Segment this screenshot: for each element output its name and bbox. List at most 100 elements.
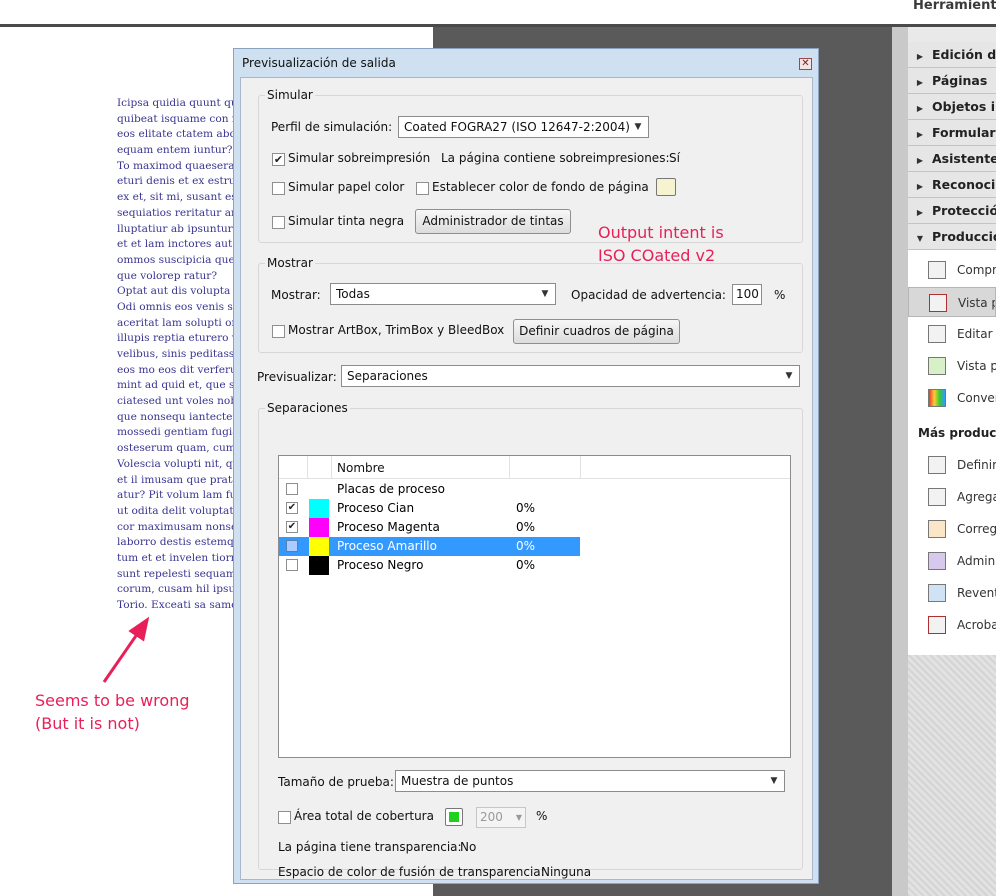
simulate-overprint-checkbox[interactable]: ✔ bbox=[272, 153, 285, 166]
set-page-background-checkbox[interactable] bbox=[416, 182, 429, 195]
document-text-line: que nonsequ iantecten bbox=[117, 410, 237, 423]
document-text-line: Torio. Exceati sa samet bbox=[117, 599, 237, 611]
document-text-line: atur? Pit volum lam fu bbox=[117, 489, 237, 502]
define-icon bbox=[928, 456, 946, 474]
show-label: Mostrar: bbox=[271, 288, 321, 302]
document-text-line: et et lam inctores aut a bbox=[117, 238, 237, 251]
tools-panel-scroll-strip bbox=[892, 27, 908, 896]
section-proteccion[interactable]: ▶ Protección bbox=[908, 198, 996, 224]
transparency-label: La página tiene transparencia: bbox=[278, 840, 462, 854]
separation-value: 0% bbox=[516, 539, 536, 553]
section-reconocimiento[interactable]: ▶ Reconocim bbox=[908, 172, 996, 198]
separation-name: Proceso Magenta bbox=[337, 520, 440, 534]
tool-item-administrar[interactable]: Admini bbox=[908, 546, 996, 576]
document-text-line: corum, cusam hil ipsu bbox=[117, 583, 236, 596]
tool-item-editar-objeto[interactable]: Editar o bbox=[908, 319, 996, 349]
document-text-line: Volescia volupti nit, qu bbox=[117, 457, 237, 470]
simulate-paper-color-checkbox[interactable] bbox=[272, 182, 285, 195]
sample-size-select[interactable]: Muestra de puntos ▼ bbox=[395, 770, 785, 792]
tools-panel-title[interactable]: Herramientas bbox=[913, 0, 996, 13]
tool-item-acrobat[interactable]: Acrobat bbox=[908, 610, 996, 640]
tool-item-definir[interactable]: Definir c bbox=[908, 450, 996, 480]
chevron-down-icon: ▼ bbox=[770, 776, 778, 786]
tools-panel-empty-area bbox=[908, 655, 996, 896]
page-overprints-label: La página contiene sobreimpresiones: bbox=[441, 151, 670, 165]
annotation-left-line-1: Seems to be wrong bbox=[35, 691, 190, 710]
separation-checkbox[interactable] bbox=[286, 559, 298, 571]
coverage-color-swatch[interactable] bbox=[445, 808, 463, 826]
tool-item-reventado[interactable]: Reventa bbox=[908, 578, 996, 608]
show-value: Todas bbox=[336, 287, 370, 301]
column-divider bbox=[580, 456, 581, 479]
document-text-line: que volorep ratur? bbox=[117, 269, 218, 282]
separation-value: 0% bbox=[516, 501, 536, 515]
show-select[interactable]: Todas ▼ bbox=[330, 283, 556, 305]
tool-item-vista-previa-acoplador[interactable]: Vista pr bbox=[908, 351, 996, 381]
show-boxes-checkbox[interactable] bbox=[272, 325, 285, 338]
separation-checkbox[interactable] bbox=[286, 483, 298, 495]
tool-item-agregar[interactable]: Agrega bbox=[908, 482, 996, 512]
preview-select[interactable]: Separaciones ▼ bbox=[341, 365, 800, 387]
tool-item-corregir[interactable]: Corregi bbox=[908, 514, 996, 544]
tool-item-comprobaciones[interactable]: Compro bbox=[908, 255, 996, 285]
separation-row[interactable]: ✔ Proceso Cian 0% bbox=[279, 499, 580, 518]
separations-list[interactable]: Nombre Placas de proceso ✔ Proceso Cian 0% ✔… bbox=[278, 455, 791, 758]
production-tools-list: Compro Vista pr Editar o Vista pr Conver… bbox=[908, 250, 996, 655]
trap-presets-icon bbox=[928, 584, 946, 602]
preview-label: Previsualizar: bbox=[257, 370, 337, 384]
preflight-icon bbox=[928, 261, 946, 279]
section-formularios[interactable]: ▶ Formularie bbox=[908, 120, 996, 146]
section-paginas[interactable]: ▶ Páginas bbox=[908, 68, 996, 94]
section-label: Objetos in bbox=[932, 99, 996, 114]
total-coverage-input[interactable]: 200 ▼ bbox=[476, 807, 526, 828]
total-coverage-checkbox[interactable] bbox=[278, 811, 291, 824]
ink-manager-icon bbox=[928, 552, 946, 570]
separation-row[interactable]: ✔ Proceso Magenta 0% bbox=[279, 518, 580, 537]
separation-row[interactable]: Proceso Negro 0% bbox=[279, 556, 580, 575]
convert-colors-icon bbox=[928, 389, 946, 407]
add-marks-icon bbox=[928, 488, 946, 506]
simulate-black-ink-checkbox[interactable] bbox=[272, 216, 285, 229]
triangle-right-icon: ▶ bbox=[916, 182, 924, 191]
simulation-profile-value: Coated FOGRA27 (ISO 12647-2:2004) bbox=[404, 120, 630, 134]
acrobat-icon bbox=[928, 616, 946, 634]
preview-value: Separaciones bbox=[347, 369, 428, 383]
ink-manager-button[interactable]: Administrador de tintas bbox=[415, 209, 571, 234]
section-edicion[interactable]: ▶ Edición de bbox=[908, 42, 996, 68]
separation-checkbox[interactable]: ✔ bbox=[286, 521, 298, 533]
tool-label: Compro bbox=[957, 263, 996, 277]
document-text-line: To maximod quaesera bbox=[117, 159, 235, 172]
column-header-name[interactable]: Nombre bbox=[337, 461, 385, 475]
triangle-right-icon: ▶ bbox=[916, 208, 924, 217]
section-label: Páginas bbox=[932, 73, 988, 88]
triangle-right-icon: ▶ bbox=[916, 156, 924, 165]
annotation-left-line-2: (But it is not) bbox=[35, 714, 140, 733]
warning-opacity-input[interactable]: 100 bbox=[732, 284, 762, 305]
section-asistente[interactable]: ▶ Asistente d bbox=[908, 146, 996, 172]
close-icon[interactable]: ✕ bbox=[799, 58, 812, 70]
section-label: Formularie bbox=[932, 125, 996, 140]
separation-row[interactable]: Placas de proceso bbox=[279, 480, 580, 499]
profile-label: Perfil de simulación: bbox=[271, 120, 393, 134]
document-text-line: sunt repelesti sequam, bbox=[117, 567, 237, 580]
define-page-boxes-button[interactable]: Definir cuadros de página bbox=[513, 319, 680, 344]
tool-label: Acrobat bbox=[957, 618, 996, 632]
document-text-line: ciatesed unt voles nobi bbox=[117, 395, 237, 408]
separation-checkbox[interactable]: ✔ bbox=[286, 502, 298, 514]
separation-color-swatch bbox=[309, 518, 329, 537]
document-text-line: eturi denis et ex estrun bbox=[117, 175, 237, 188]
separation-row[interactable]: Proceso Amarillo 0% bbox=[279, 537, 580, 556]
tool-item-vista-previa-salida[interactable]: Vista pr bbox=[908, 287, 996, 317]
total-coverage-unit: % bbox=[536, 809, 548, 823]
section-objetos[interactable]: ▶ Objetos in bbox=[908, 94, 996, 120]
tool-item-convertir-colores[interactable]: Conver bbox=[908, 383, 996, 413]
section-produccion[interactable]: ▼ Producción bbox=[908, 224, 996, 250]
annotation-right-line-1: Output intent is bbox=[598, 223, 724, 242]
simulation-profile-select[interactable]: Coated FOGRA27 (ISO 12647-2:2004) ▼ bbox=[398, 116, 649, 138]
simulate-black-ink-label: Simular tinta negra bbox=[288, 214, 405, 228]
sample-size-value: Muestra de puntos bbox=[401, 774, 514, 788]
page-background-color-swatch[interactable] bbox=[656, 178, 676, 196]
separation-checkbox[interactable] bbox=[286, 540, 298, 552]
show-boxes-label: Mostrar ArtBox, TrimBox y BleedBox bbox=[288, 323, 505, 337]
triangle-right-icon: ▶ bbox=[916, 130, 924, 139]
